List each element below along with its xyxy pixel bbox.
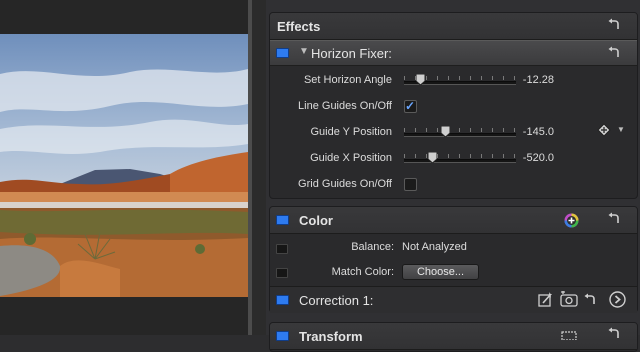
chevron-down-icon[interactable]: ▼: [617, 125, 625, 134]
correction-enable-checkbox[interactable]: [276, 295, 289, 305]
balance-enable-checkbox[interactable]: [276, 244, 288, 254]
match-color-label: Match Color:: [331, 266, 394, 278]
inspector-panel: Effects ▼ Horizon Fixer: Set Horizon Ang…: [266, 0, 640, 352]
color-board-icon[interactable]: [538, 291, 554, 312]
balance-label: Balance:: [351, 241, 394, 253]
correction-title: Correction 1:: [299, 293, 374, 308]
navigate-arrow-icon[interactable]: [609, 291, 626, 313]
guide-y-position-value[interactable]: -145.0: [494, 126, 554, 138]
color-header[interactable]: Color: [270, 207, 637, 234]
effects-reset-icon[interactable]: [607, 18, 621, 32]
transform-reset-icon[interactable]: [607, 327, 621, 341]
transform-enable-checkbox[interactable]: [276, 331, 289, 341]
effects-title: Effects: [277, 19, 321, 34]
color-section: Color Balance: Not Analyzed Match Color:…: [269, 206, 638, 313]
transform-title: Transform: [299, 329, 363, 344]
match-color-enable-checkbox[interactable]: [276, 268, 288, 278]
set-horizon-angle-value[interactable]: -12.28: [494, 74, 554, 86]
slider-thumb[interactable]: [428, 152, 437, 163]
balance-value: Not Analyzed: [402, 241, 467, 253]
effects-header[interactable]: Effects: [270, 13, 637, 40]
slider-thumb[interactable]: [416, 74, 425, 85]
video-frame-image: [0, 34, 248, 297]
slider-thumb[interactable]: [441, 126, 450, 137]
choose-button[interactable]: Choose...: [402, 264, 479, 280]
transform-section: Transform: [269, 322, 638, 352]
color-title: Color: [299, 213, 333, 228]
transform-onscreen-icon[interactable]: [560, 327, 578, 345]
transform-header[interactable]: Transform: [270, 323, 637, 350]
horizon-fixer-header[interactable]: ▼ Horizon Fixer:: [270, 40, 637, 66]
color-reset-icon[interactable]: [607, 212, 621, 226]
checkmark-icon: ✓: [405, 99, 416, 113]
disclosure-triangle-icon[interactable]: ▼: [299, 46, 309, 57]
effects-section: Effects ▼ Horizon Fixer: Set Horizon Ang…: [269, 12, 638, 199]
correction-row[interactable]: Correction 1:: [270, 286, 637, 313]
set-horizon-angle-label: Set Horizon Angle: [303, 74, 392, 86]
horizon-fixer-title: Horizon Fixer:: [311, 46, 392, 61]
color-enable-checkbox[interactable]: [276, 215, 289, 225]
grid-guides-label: Grid Guides On/Off: [298, 178, 392, 190]
correction-reset-icon[interactable]: [583, 293, 597, 307]
viewer-panel: [0, 0, 248, 335]
guide-x-position-value[interactable]: -520.0: [494, 152, 554, 164]
keyframe-diamond-icon[interactable]: [597, 123, 611, 142]
guide-x-position-label: Guide X Position: [310, 152, 392, 164]
horizon-fixer-enable-checkbox[interactable]: [276, 48, 289, 58]
add-correction-icon[interactable]: [564, 213, 579, 233]
grid-guides-checkbox[interactable]: [404, 178, 417, 191]
line-guides-checkbox[interactable]: ✓: [404, 99, 417, 113]
guide-y-position-label: Guide Y Position: [310, 126, 392, 138]
viewer-scrollbar[interactable]: [252, 0, 266, 335]
camera-icon[interactable]: [560, 290, 578, 312]
horizon-fixer-reset-icon[interactable]: [607, 46, 621, 60]
line-guides-label: Line Guides On/Off: [298, 100, 392, 112]
